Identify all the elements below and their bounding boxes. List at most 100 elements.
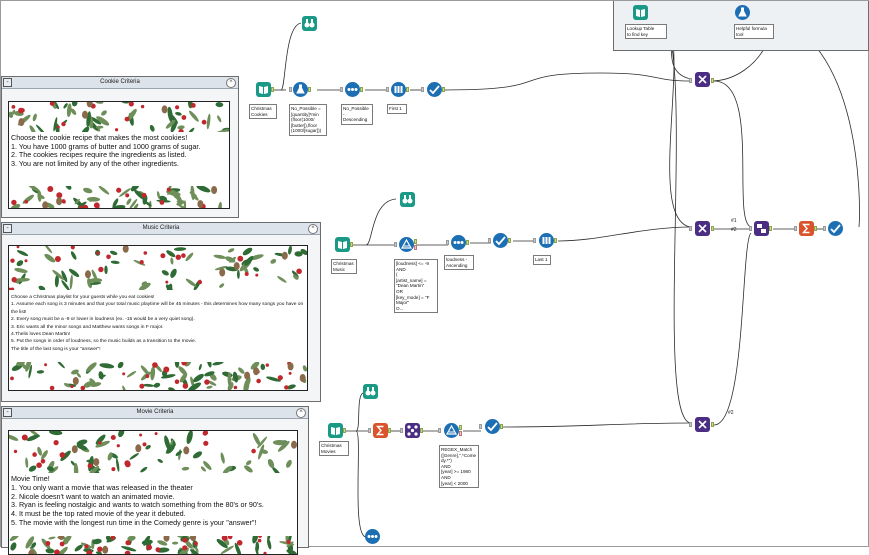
tool-label: Last 1 [533,255,551,265]
formula-tool-cookies[interactable] [293,82,308,97]
chevron-up-icon[interactable]: ^ [308,224,318,234]
tool-label: Helpful formula tool [734,24,774,40]
formula-tool-helpful[interactable] [735,5,750,20]
sort-tool-movies[interactable] [365,529,380,544]
connection-label: #2 [731,227,737,233]
output-anchor[interactable] [420,428,423,433]
chevron-up-icon[interactable]: ^ [226,78,236,88]
input-anchor[interactable] [689,422,692,427]
collapse-icon[interactable]: - [3,408,12,417]
holly-garland-image [9,246,307,290]
input-anchor[interactable] [689,78,692,83]
browse-tool-cookies[interactable] [302,16,317,31]
comment-box[interactable]: Choose the cookie recipe that makes the … [8,101,230,209]
collapse-icon[interactable]: - [3,78,12,87]
input-anchor[interactable] [533,238,536,243]
input-data-tool-cookies[interactable] [256,82,271,97]
sort-tool-music[interactable] [451,235,466,250]
input-anchor[interactable] [289,87,292,92]
input-anchor[interactable] [340,87,343,92]
chevron-up-icon[interactable]: ^ [296,408,306,418]
tool-label: [loudness] <= -9 AND ( [artist_name] = "… [394,259,438,314]
input-data-tool-music[interactable] [335,237,350,252]
select-tool-final[interactable] [828,221,843,236]
output-anchor[interactable] [442,87,445,92]
select-tool-movies[interactable] [485,419,500,434]
collapse-icon[interactable]: - [3,224,12,233]
output-anchor[interactable] [271,87,274,92]
holly-garland-image [9,431,297,473]
input-anchor[interactable] [823,226,826,231]
output-anchor[interactable] [350,242,353,247]
input-data-tool-movies[interactable] [328,423,343,438]
output-anchor-true[interactable] [459,425,462,430]
workflow-canvas[interactable]: - Cookie Criteria ^ Choose the cookie re… [0,0,869,555]
output-anchor-true[interactable] [414,239,417,244]
join-multiple-tool-movies[interactable] [405,423,420,438]
output-anchor-false[interactable] [414,245,417,250]
join-tool-cookies[interactable] [695,72,710,87]
input-anchor[interactable] [479,424,482,429]
input-anchor[interactable] [400,428,403,433]
tool-label: First 1 [387,104,407,114]
output-anchor[interactable] [508,238,511,243]
connection-label: #1 [731,218,737,224]
sample-tool-music[interactable] [539,233,554,248]
container-title: Movie Criteria [136,409,174,415]
output-anchor[interactable] [466,240,469,245]
input-anchor[interactable] [421,87,424,92]
container-titlebar[interactable]: - Movie Criteria ^ [2,407,308,419]
holly-garland-image [9,536,297,554]
input-anchor[interactable] [368,428,371,433]
output-anchor[interactable] [406,87,409,92]
join-tool-movie[interactable] [695,417,710,432]
input-anchor[interactable] [749,226,752,231]
browse-tool-music[interactable] [400,192,415,207]
output-anchor[interactable] [711,78,714,83]
sort-tool-cookies[interactable] [345,82,360,97]
container-title: Music Criteria [142,225,180,231]
movie-criteria-container[interactable]: - Movie Criteria ^ Movie Time! 1. You on… [1,406,309,555]
input-anchor[interactable] [794,226,797,231]
filter-tool-music[interactable] [399,237,414,252]
output-anchor[interactable] [360,87,363,92]
tool-label: REGEX_Match ([Genre],".*Come dy.*") AND … [439,445,479,489]
output-anchor[interactable] [814,226,817,231]
output-anchor[interactable] [711,422,714,427]
browse-tool-movies[interactable] [363,384,378,399]
output-anchor[interactable] [343,428,346,433]
sample-tool-cookies[interactable] [391,82,406,97]
container-titlebar[interactable]: - Music Criteria ^ [2,223,320,235]
input-anchor[interactable] [386,87,389,92]
output-anchor-false[interactable] [459,431,462,436]
holly-garland-image [9,186,229,208]
filter-tool-movies[interactable] [444,423,459,438]
input-anchor[interactable] [488,238,491,243]
summarize-tool[interactable] [799,221,814,236]
comment-box[interactable]: Movie Time! 1. You only want a movie tha… [8,430,298,555]
music-criteria-container[interactable]: - Music Criteria ^ Choose a Christmas pl… [1,222,321,402]
holly-garland-image [9,102,229,132]
input-anchor[interactable] [689,226,692,231]
union-tool[interactable] [754,221,769,236]
container-titlebar[interactable]: - Cookie Criteria ^ [2,77,238,89]
select-tool-cookies[interactable] [427,82,442,97]
input-data-tool-lookup[interactable] [633,5,648,20]
holly-garland-image [9,362,307,390]
input-anchor[interactable] [446,240,449,245]
comment-box[interactable]: Choose a Christmas playlist for your gue… [8,245,308,391]
comment-text: Movie Time! 1. You only want a movie tha… [11,474,264,527]
join-tool-music[interactable] [695,221,710,236]
output-anchor[interactable] [554,238,557,243]
output-anchor[interactable] [500,424,503,429]
output-anchor[interactable] [769,226,772,231]
select-tool-music[interactable] [493,233,508,248]
cookie-criteria-container[interactable]: - Cookie Criteria ^ Choose the cookie re… [1,76,239,218]
input-anchor[interactable] [438,428,441,433]
comment-text: Choose a Christmas playlist for your gue… [11,295,304,352]
output-anchor[interactable] [308,87,311,92]
output-anchor[interactable] [388,428,391,433]
summarize-tool-movies[interactable] [373,423,388,438]
input-anchor[interactable] [394,242,397,247]
output-anchor[interactable] [711,226,714,231]
